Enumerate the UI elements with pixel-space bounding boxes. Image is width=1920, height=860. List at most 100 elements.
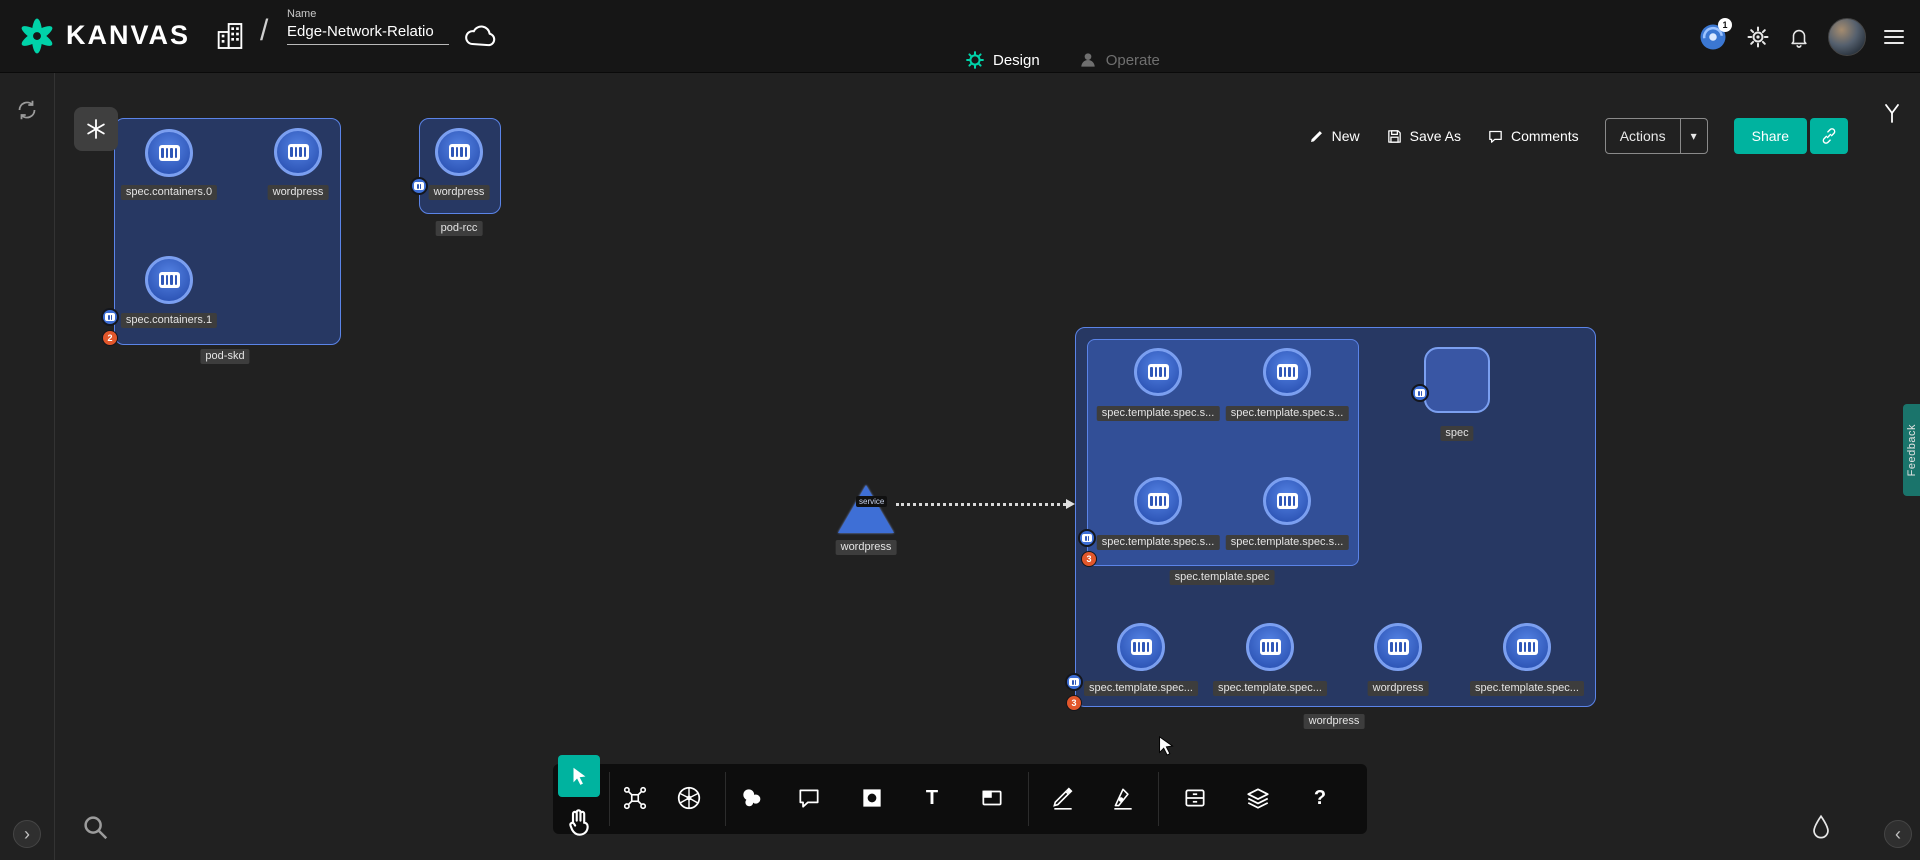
settings-gear-icon[interactable]: [1746, 25, 1770, 49]
operate-tab-label: Operate: [1106, 52, 1160, 69]
comments-button[interactable]: Comments: [1487, 128, 1579, 145]
building-icon[interactable]: [214, 20, 246, 52]
share-group: Share: [1734, 118, 1848, 154]
container-node[interactable]: [1246, 623, 1294, 671]
tool-pan[interactable]: [563, 806, 595, 838]
dock-divider: [1028, 772, 1029, 826]
group-label: spec.template.spec: [1170, 570, 1275, 585]
container-icon: [288, 144, 309, 160]
comment-icon: [1487, 128, 1504, 145]
tool-text[interactable]: T: [919, 785, 945, 811]
tool-annotate[interactable]: [1050, 785, 1076, 811]
actions-caret-button[interactable]: ▾: [1680, 119, 1707, 153]
kanvas-logo-icon[interactable]: [16, 15, 58, 57]
container-node[interactable]: [1117, 623, 1165, 671]
menu-icon[interactable]: [1884, 30, 1904, 44]
container-node[interactable]: [1134, 477, 1182, 525]
error-count-badge[interactable]: 3: [1081, 551, 1097, 567]
tab-operate[interactable]: Operate: [1078, 50, 1160, 70]
container-node-spec-containers-0[interactable]: [145, 129, 193, 177]
app-header: KANVAS / Name: [0, 0, 1920, 73]
cursor-icon: [568, 765, 590, 787]
drop-icon[interactable]: [1808, 813, 1834, 843]
container-node-wordpress[interactable]: [274, 128, 322, 176]
feedback-tab[interactable]: Feedback: [1903, 404, 1920, 496]
snowflake-icon: [84, 117, 108, 141]
pod-badge-icon[interactable]: [1078, 529, 1096, 547]
error-count-badge[interactable]: 3: [1066, 695, 1082, 711]
cloud-sync-icon[interactable]: [462, 22, 498, 48]
tool-select[interactable]: [558, 755, 600, 797]
node-label: wordpress: [836, 540, 897, 555]
tool-flow[interactable]: [622, 785, 648, 811]
hand-icon: [563, 806, 595, 838]
caret-down-icon: ▾: [1691, 129, 1697, 143]
tab-design[interactable]: Design: [965, 50, 1040, 70]
zoom-button[interactable]: [80, 812, 110, 842]
tool-pen[interactable]: [1110, 785, 1136, 811]
user-avatar[interactable]: [1828, 18, 1866, 56]
error-count-badge[interactable]: 2: [102, 330, 118, 346]
extensions-icon[interactable]: 1: [1698, 22, 1728, 52]
notifications-bell-icon[interactable]: [1788, 26, 1810, 48]
frame-icon: [979, 785, 1005, 811]
chevron-right-icon: ›: [24, 825, 30, 843]
container-node[interactable]: [1134, 348, 1182, 396]
shapes-icon: [739, 785, 765, 811]
node-label: spec.template.spec...: [1470, 681, 1584, 696]
new-button[interactable]: New: [1309, 128, 1360, 144]
tool-comment[interactable]: [796, 785, 822, 811]
design-tab-label: Design: [993, 52, 1040, 69]
pod-badge-icon[interactable]: [410, 177, 428, 195]
service-type-label: service: [856, 496, 887, 507]
container-icon: [1277, 493, 1298, 509]
sync-icon[interactable]: [15, 98, 39, 122]
container-node[interactable]: [1263, 477, 1311, 525]
expand-left-panel-button[interactable]: ›: [13, 820, 41, 848]
container-icon: [1517, 639, 1538, 655]
tool-layers[interactable]: [1245, 785, 1271, 811]
hierarchy-icon[interactable]: [1880, 100, 1904, 126]
tool-kubernetes[interactable]: [676, 785, 702, 811]
spec-node[interactable]: [1424, 347, 1490, 413]
node-label: wordpress: [268, 185, 329, 200]
group-label: wordpress: [1304, 714, 1365, 729]
tool-drawer[interactable]: [1182, 785, 1208, 811]
share-button[interactable]: Share: [1734, 118, 1807, 154]
breadcrumb-separator: /: [260, 14, 268, 48]
save-as-button[interactable]: Save As: [1386, 128, 1461, 145]
design-name-input[interactable]: [287, 20, 449, 45]
group-spec-template[interactable]: [1087, 339, 1359, 566]
container-node-spec-containers-1[interactable]: [145, 256, 193, 304]
service-node-triangle[interactable]: [838, 485, 894, 533]
actions-button[interactable]: Actions ▾: [1605, 118, 1708, 154]
container-node[interactable]: [1263, 348, 1311, 396]
group-label: pod-rcc: [436, 221, 483, 236]
tool-help[interactable]: ?: [1307, 785, 1333, 811]
save-icon: [1386, 128, 1403, 145]
tool-shapes[interactable]: [739, 785, 765, 811]
container-node[interactable]: [1374, 623, 1422, 671]
design-action-bar: New Save As Comments Actions ▾ Share: [1309, 118, 1848, 154]
pod-badge-icon[interactable]: [1411, 384, 1429, 402]
help-icon: ?: [1314, 787, 1326, 810]
tool-media[interactable]: [859, 785, 885, 811]
pod-badge-icon[interactable]: [1065, 673, 1083, 691]
tool-frame[interactable]: [979, 785, 1005, 811]
operate-tab-icon: [1078, 50, 1098, 70]
copy-link-button[interactable]: [1810, 118, 1848, 154]
freeze-layout-button[interactable]: [74, 107, 118, 151]
edge-arrow[interactable]: [896, 503, 1066, 506]
dock-divider: [609, 772, 610, 826]
pod-badge-icon[interactable]: [101, 308, 119, 326]
feedback-tab-label: Feedback: [1906, 424, 1918, 476]
dock-divider: [725, 772, 726, 826]
container-icon: [1148, 493, 1169, 509]
collapse-right-panel-button[interactable]: ‹: [1884, 820, 1912, 848]
annotate-pencil-icon: [1050, 785, 1076, 811]
container-node-wordpress-rcc[interactable]: [435, 128, 483, 176]
container-node[interactable]: [1503, 623, 1551, 671]
container-icon: [1260, 639, 1281, 655]
drawer-icon: [1182, 785, 1208, 811]
comments-button-label: Comments: [1511, 128, 1579, 144]
